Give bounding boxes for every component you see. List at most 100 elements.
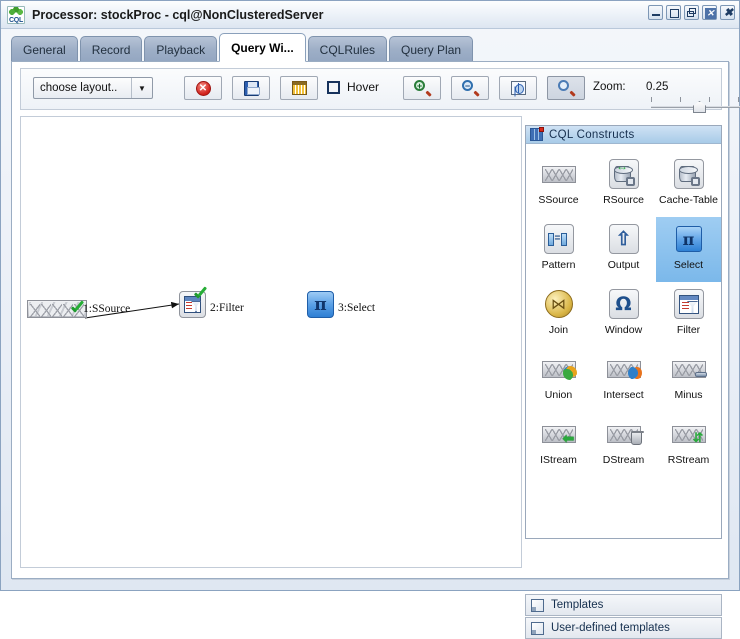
- palette-item-output[interactable]: ⇧ Output: [591, 217, 656, 282]
- palette-item-label: SSource: [538, 194, 579, 206]
- cql-constructs-header[interactable]: CQL Constructs: [526, 126, 721, 144]
- minimize-button[interactable]: [648, 5, 663, 20]
- palette-item-union[interactable]: Union: [526, 347, 591, 412]
- chevrons-union-icon: [541, 352, 577, 386]
- palette-row: SSource ↔ RSource Cache-Table: [526, 152, 721, 217]
- palette-item-label: Minus: [674, 389, 703, 401]
- hover-checkbox[interactable]: [327, 80, 340, 94]
- palette-row: = Pattern ⇧ Output π Select: [526, 217, 721, 282]
- palette-item-label: Cache-Table: [659, 194, 718, 206]
- zoom-out-button[interactable]: −: [451, 76, 489, 100]
- delete-button[interactable]: ✕: [184, 76, 222, 100]
- node-select-label: 3:Select: [338, 302, 376, 314]
- cql-constructs-title: CQL Constructs: [549, 128, 635, 141]
- hover-checkbox-group[interactable]: Hover: [327, 80, 379, 94]
- close-tab-button[interactable]: ✕: [702, 5, 717, 20]
- database-green-arrows-icon: ↔: [607, 157, 641, 191]
- tab-bar: General Record Playback Query Wi... CQLR…: [11, 33, 475, 62]
- save-floppy-icon: [243, 80, 260, 96]
- tab-playback[interactable]: Playback: [144, 36, 218, 62]
- palette-item-label: RStream: [667, 454, 710, 466]
- content-panel: choose layout.. ▼ ✕ Hover + − Zoom: 0.25…: [11, 61, 740, 639]
- palette-item-filter[interactable]: Filter: [656, 282, 721, 347]
- layout-select-value: choose layout..: [40, 82, 118, 94]
- zoom-label: Zoom:: [593, 81, 626, 93]
- maximize-button[interactable]: [666, 5, 681, 20]
- palette-item-istream[interactable]: ⬅ IStream: [526, 412, 591, 477]
- panel-icon: [531, 598, 544, 612]
- node-ssource[interactable]: [27, 300, 87, 318]
- tab-query-plan[interactable]: Query Plan: [389, 36, 474, 62]
- user-templates-label: User-defined templates: [551, 622, 670, 634]
- zoom-value: 0.25: [646, 81, 669, 93]
- node-select[interactable]: π: [307, 291, 334, 318]
- close-window-button[interactable]: ✖: [720, 5, 735, 20]
- palette-row: Union Intersect Minus: [526, 347, 721, 412]
- palette-item-label: RSource: [603, 194, 644, 206]
- chevrons-minus-icon: [671, 352, 707, 386]
- cql-logo-text: CQL: [9, 16, 23, 24]
- hover-label: Hover: [347, 80, 380, 94]
- templates-panel-header[interactable]: Templates: [525, 594, 722, 616]
- palette-item-label: Union: [544, 389, 573, 401]
- palette-item-cache-table[interactable]: Cache-Table: [656, 152, 721, 217]
- palette-row: ⬅ IStream DStream ⇵ RStream: [526, 412, 721, 477]
- zoom-out-icon: −: [462, 80, 480, 96]
- pi-icon: π: [672, 222, 706, 256]
- palette-item-dstream[interactable]: DStream: [591, 412, 656, 477]
- palette-row: ⋈ Join Ω Window Filter: [526, 282, 721, 347]
- tab-query-wizard[interactable]: Query Wi...: [219, 33, 306, 62]
- palette-item-label: Window: [604, 324, 643, 336]
- tab-general[interactable]: General: [11, 36, 78, 62]
- window-title: Processor: stockProc - cql@NonClusteredS…: [32, 7, 324, 22]
- toolbar: choose layout.. ▼ ✕ Hover + − Zoom: 0.25: [20, 68, 740, 113]
- palette-item-label: Join: [548, 324, 569, 336]
- edge-ssource-to-filter: [84, 301, 180, 319]
- templates-label: Templates: [551, 599, 604, 611]
- palette-item-minus[interactable]: Minus: [656, 347, 721, 412]
- palette-item-rsource[interactable]: ↔ RSource: [591, 152, 656, 217]
- palette-item-select[interactable]: π Select: [656, 217, 721, 282]
- palette-item-label: DStream: [602, 454, 645, 466]
- zoom-in-button[interactable]: +: [403, 76, 441, 100]
- delete-red-x-icon: ✕: [195, 80, 211, 96]
- palette-item-intersect[interactable]: Intersect: [591, 347, 656, 412]
- table-funnel-icon: [672, 287, 706, 321]
- user-templates-panel-header[interactable]: User-defined templates: [525, 617, 722, 639]
- palette-item-ssource[interactable]: SSource: [526, 152, 591, 217]
- slider-thumb[interactable]: [693, 101, 706, 113]
- window-controls: ✕ ✖: [648, 5, 735, 20]
- palette-item-pattern[interactable]: = Pattern: [526, 217, 591, 282]
- palette-item-join[interactable]: ⋈ Join: [526, 282, 591, 347]
- layout-select[interactable]: choose layout.. ▼: [33, 77, 153, 99]
- search-magnifier-icon: [558, 80, 576, 96]
- chevron-down-icon: ▼: [138, 83, 146, 93]
- cql-constructs-grid-icon: [530, 127, 544, 141]
- palette-item-label: Filter: [676, 324, 701, 336]
- chevrons-refresh-icon: ⇵: [671, 417, 706, 451]
- fit-window-icon: [510, 81, 526, 95]
- palette-item-label: IStream: [540, 454, 577, 466]
- cql-constructs-body: SSource ↔ RSource Cache-Table = Pattern …: [526, 144, 721, 538]
- title-bar: CQL Processor: stockProc - cql@NonCluste…: [1, 1, 739, 29]
- search-button[interactable]: [547, 76, 585, 100]
- panel-icon: [531, 621, 544, 635]
- query-canvas[interactable]: 1:SSource 2:Filter π 3:Select: [20, 116, 522, 568]
- palette-item-label: Pattern: [541, 259, 576, 271]
- tab-record[interactable]: Record: [79, 36, 143, 62]
- grid-button[interactable]: [280, 76, 318, 100]
- pattern-equals-icon: =: [542, 222, 576, 256]
- tab-cqlrules[interactable]: CQLRules: [307, 36, 388, 62]
- fit-to-window-button[interactable]: [499, 76, 537, 100]
- palette-item-label: Select: [673, 259, 704, 271]
- palette-item-window[interactable]: Ω Window: [591, 282, 656, 347]
- restore-button[interactable]: [684, 5, 699, 20]
- chevrons-icon: [541, 157, 576, 191]
- zoom-slider[interactable]: [651, 97, 740, 113]
- node-filter[interactable]: [179, 291, 206, 318]
- application-window: CQL Processor: stockProc - cql@NonCluste…: [0, 0, 740, 639]
- palette-item-rstream[interactable]: ⇵ RStream: [656, 412, 721, 477]
- chevrons-intersect-icon: [606, 352, 642, 386]
- save-button[interactable]: [232, 76, 270, 100]
- cql-logo-icon: CQL: [7, 5, 25, 24]
